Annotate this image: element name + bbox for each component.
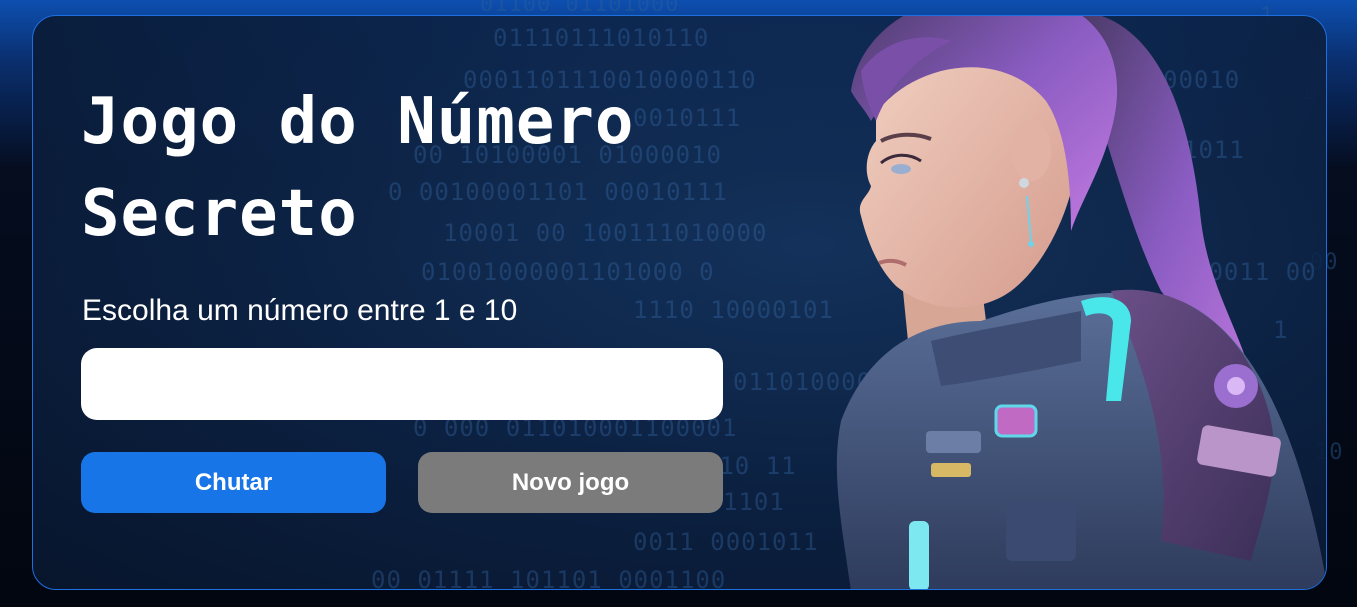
- number-input[interactable]: [81, 348, 723, 420]
- guess-button[interactable]: Chutar: [81, 452, 386, 513]
- game-card: 01110111010110 0001101110010000110 00101…: [32, 15, 1327, 590]
- binary-decoration: 01001000001101000 0: [421, 258, 715, 286]
- instruction-text: Escolha um número entre 1 e 10: [82, 294, 518, 327]
- binary-decoration: 01110111010110: [493, 24, 710, 52]
- astronaut-woman-illustration: [836, 16, 1326, 589]
- page-title: Jogo do Número Secreto: [81, 85, 635, 251]
- binary-decoration: 1101: [723, 488, 785, 516]
- new-game-button[interactable]: Novo jogo: [418, 452, 723, 513]
- binary-decoration: 00 01111 101101 0001100: [371, 566, 727, 590]
